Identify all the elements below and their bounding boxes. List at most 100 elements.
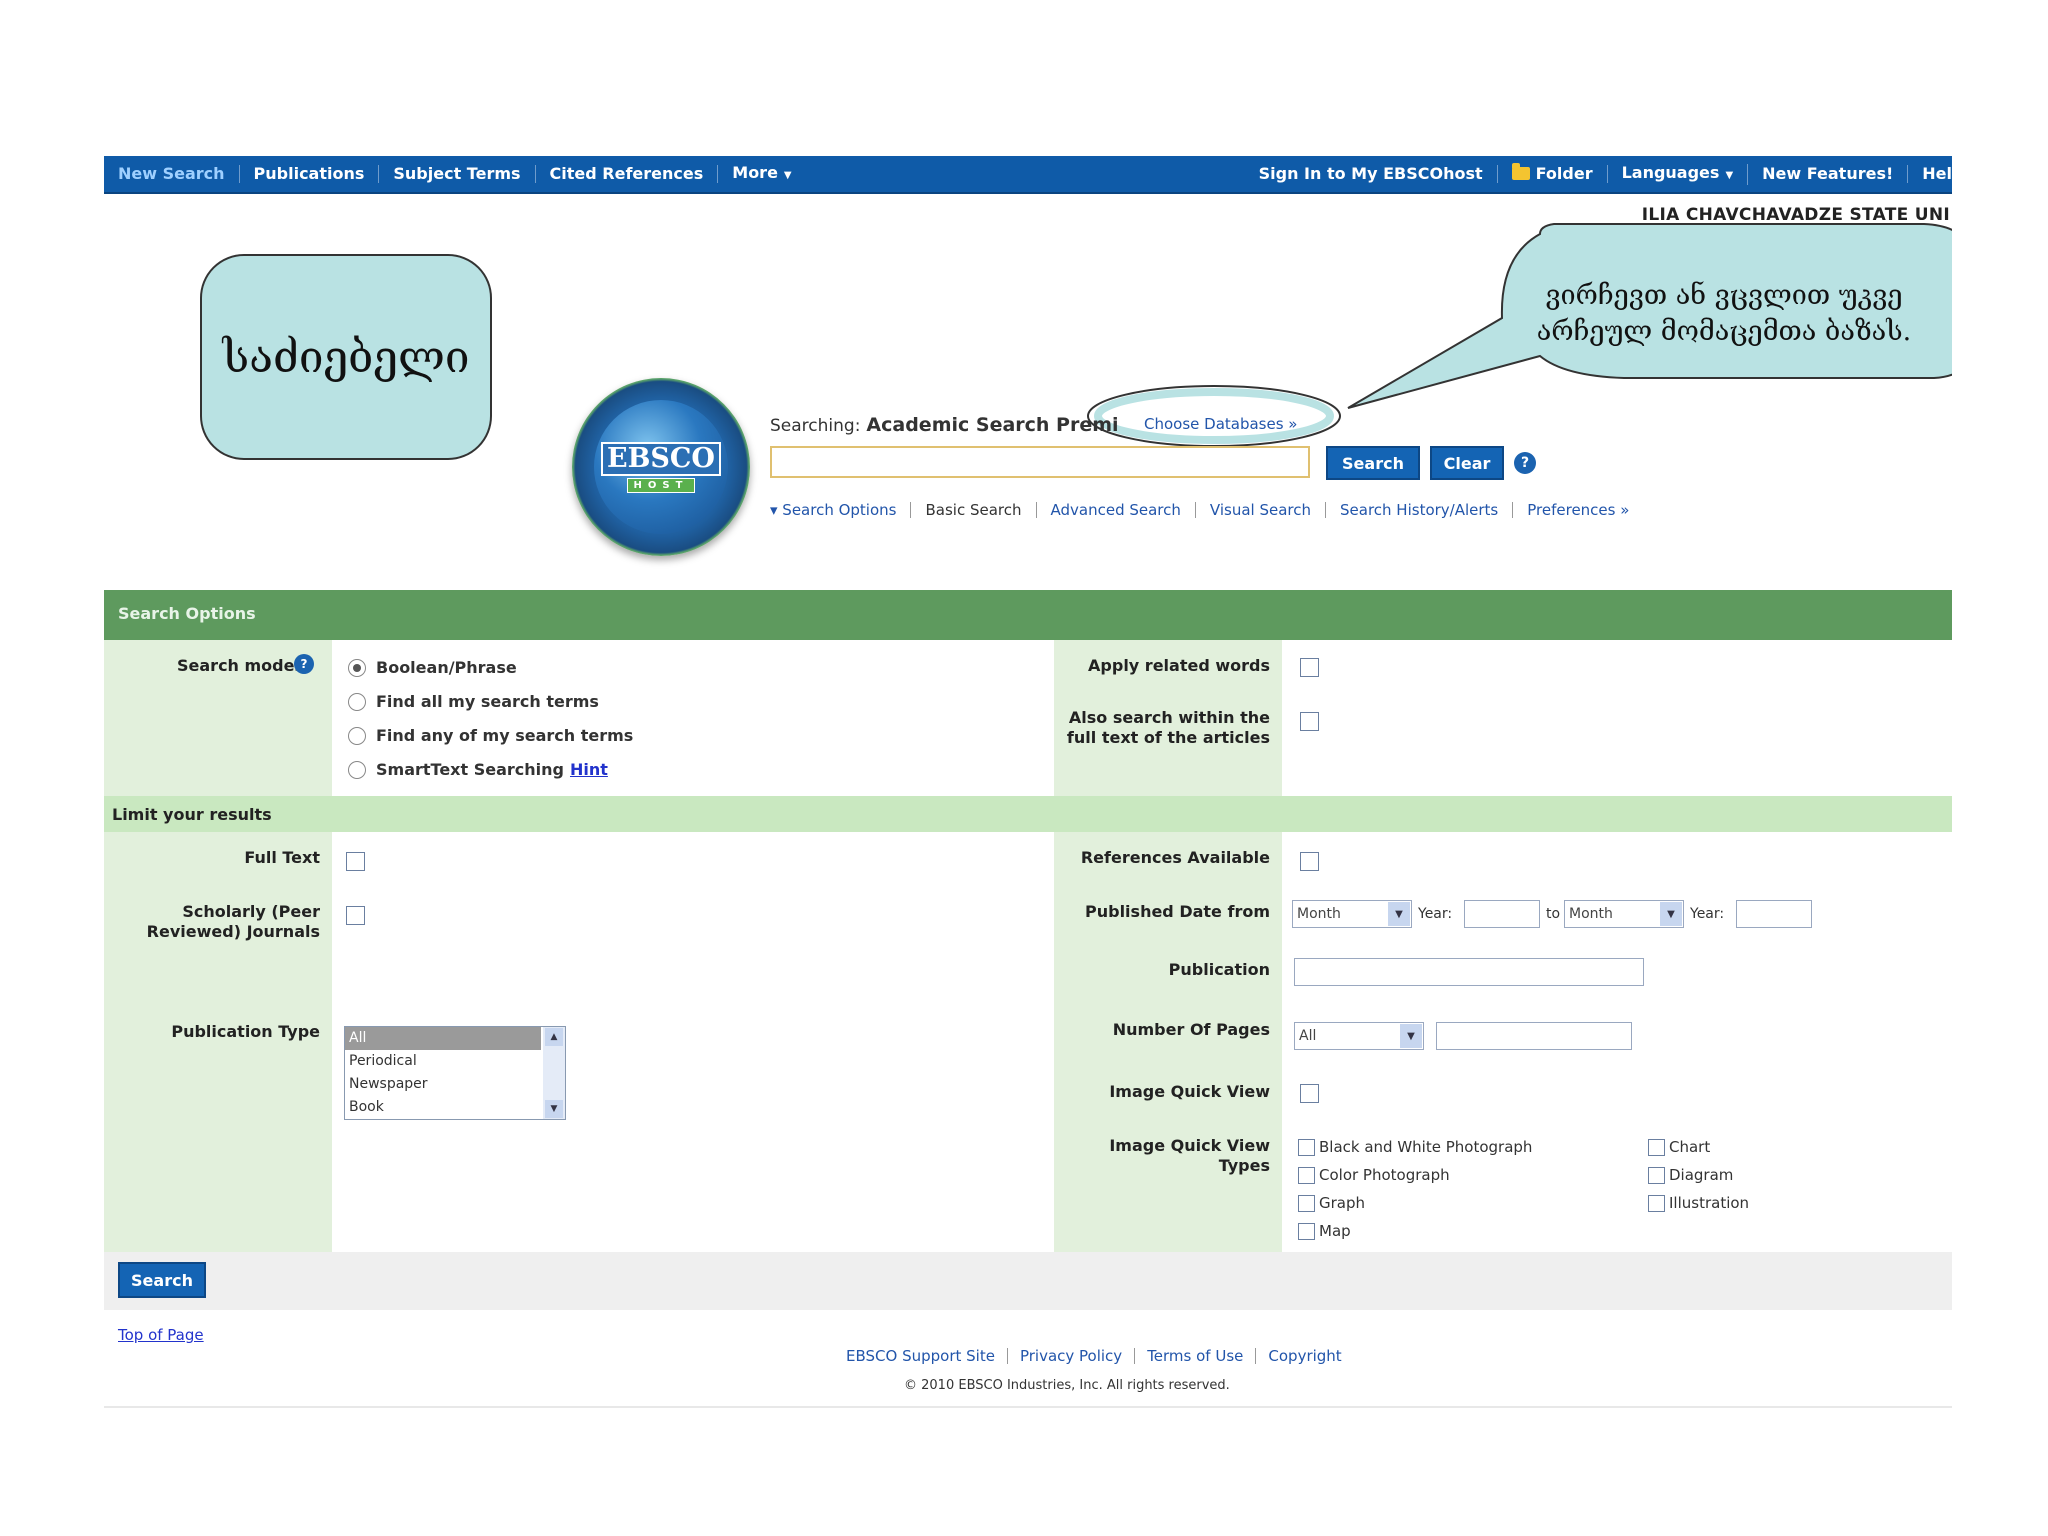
logo-sub: HOST xyxy=(626,477,696,493)
institution-name: ILIA CHAVCHAVADZE STATE UNI xyxy=(1641,205,1950,225)
scroll-up-icon[interactable]: ▲ xyxy=(545,1028,563,1046)
also-search-fulltext-checkbox[interactable] xyxy=(1300,712,1319,731)
nav-subject-terms[interactable]: Subject Terms xyxy=(379,165,536,183)
scroll-down-icon[interactable]: ▼ xyxy=(545,1100,563,1118)
checkbox-icon xyxy=(1648,1138,1665,1156)
database-name: Academic Search Premi xyxy=(866,414,1119,436)
label-column-left-bottom xyxy=(104,832,332,1252)
month-from-select[interactable]: Month ▼ xyxy=(1292,900,1412,928)
search-button[interactable]: Search xyxy=(1326,446,1420,480)
mode-boolean[interactable]: Boolean/Phrase xyxy=(348,658,517,677)
nav-new-search[interactable]: New Search xyxy=(104,165,240,183)
full-text-label: Full Text xyxy=(244,848,320,867)
search-input[interactable] xyxy=(770,446,1310,478)
support-site-link[interactable]: EBSCO Support Site xyxy=(834,1348,1008,1364)
preferences-link[interactable]: Preferences » xyxy=(1513,502,1643,518)
choose-databases-link[interactable]: Choose Databases » xyxy=(1144,415,1297,433)
full-text-checkbox[interactable] xyxy=(346,852,365,871)
checkbox-icon xyxy=(1648,1194,1665,1212)
type-chart[interactable]: Chart xyxy=(1648,1138,1710,1156)
copyright-link[interactable]: Copyright xyxy=(1256,1348,1353,1364)
visual-search-link[interactable]: Visual Search xyxy=(1196,502,1326,518)
mode-label: Find any of my search terms xyxy=(376,726,634,745)
radio-icon xyxy=(348,726,366,745)
listbox-option[interactable]: All xyxy=(345,1027,541,1050)
nav-help[interactable]: Hel xyxy=(1908,165,1952,183)
type-map[interactable]: Map xyxy=(1298,1222,1351,1240)
copyright-text: © 2010 EBSCO Industries, Inc. All rights… xyxy=(904,1378,1230,1393)
ebsco-page: New Search Publications Subject Terms Ci… xyxy=(104,156,1952,1408)
scholarly-line2: Reviewed) Journals xyxy=(146,922,320,941)
type-diagram[interactable]: Diagram xyxy=(1648,1166,1733,1184)
scholarly-checkbox[interactable] xyxy=(346,906,365,925)
nav-sign-in[interactable]: Sign In to My EBSCOhost xyxy=(1245,165,1498,183)
chevron-down-icon: ▼ xyxy=(1660,902,1682,926)
publication-input[interactable] xyxy=(1294,958,1644,986)
search-history-link[interactable]: Search History/Alerts xyxy=(1326,502,1514,518)
callout-choose-db-text: ვირჩევთ ან ვცვლით უკვე არჩეულ მომაცემთა … xyxy=(1536,280,1912,347)
privacy-policy-link[interactable]: Privacy Policy xyxy=(1008,1348,1136,1364)
nav-languages-label: Languages xyxy=(1621,162,1720,182)
checkbox-icon xyxy=(1298,1222,1315,1240)
clear-button[interactable]: Clear xyxy=(1430,446,1504,480)
mode-label: Find all my search terms xyxy=(376,692,599,711)
radio-icon xyxy=(348,692,366,711)
checkbox-icon xyxy=(1648,1166,1665,1184)
nav-folder[interactable]: Folder xyxy=(1498,163,1608,183)
listbox-option[interactable]: Newspaper xyxy=(345,1073,541,1096)
search-modes-help-icon[interactable]: ? xyxy=(294,654,314,674)
advanced-search-link[interactable]: Advanced Search xyxy=(1037,502,1196,518)
image-quick-view-types-label: Image Quick View Types xyxy=(1109,1136,1270,1175)
type-bw-photo[interactable]: Black and White Photograph xyxy=(1298,1138,1532,1156)
ebsco-host-logo[interactable]: EBSCO HOST xyxy=(572,378,750,556)
number-of-pages-label: Number Of Pages xyxy=(1112,1020,1270,1039)
folder-icon xyxy=(1511,163,1530,180)
bottom-search-button[interactable]: Search xyxy=(118,1262,206,1298)
year-from-label: Year: xyxy=(1418,906,1453,922)
hint-link[interactable]: Hint xyxy=(570,760,608,779)
publication-label: Publication xyxy=(1168,960,1270,979)
search-options-link[interactable]: ▾ Search Options xyxy=(770,502,912,518)
year-to-input[interactable] xyxy=(1736,900,1812,928)
mode-find-any[interactable]: Find any of my search terms xyxy=(348,726,633,745)
listbox-scrollbar[interactable]: ▲ ▼ xyxy=(543,1027,565,1119)
chevron-down-icon: ▼ xyxy=(1388,902,1410,926)
type-label: Chart xyxy=(1669,1138,1711,1156)
year-from-input[interactable] xyxy=(1464,900,1540,928)
chevron-down-icon: ▼ xyxy=(1725,169,1734,181)
apply-related-words-checkbox[interactable] xyxy=(1300,658,1319,677)
terms-of-use-link[interactable]: Terms of Use xyxy=(1135,1348,1257,1364)
type-label: Black and White Photograph xyxy=(1319,1138,1533,1156)
type-color-photo[interactable]: Color Photograph xyxy=(1298,1166,1450,1184)
image-quick-view-checkbox[interactable] xyxy=(1300,1084,1319,1103)
listbox-option[interactable]: Periodical xyxy=(345,1050,541,1073)
type-illustration[interactable]: Illustration xyxy=(1648,1194,1749,1212)
type-label: Illustration xyxy=(1669,1194,1750,1212)
number-of-pages-input[interactable] xyxy=(1436,1022,1632,1050)
also-search-line2: full text of the articles xyxy=(1066,728,1270,747)
type-graph[interactable]: Graph xyxy=(1298,1194,1365,1212)
top-of-page-link[interactable]: Top of Page xyxy=(118,1326,204,1344)
scholarly-line1: Scholarly (Peer xyxy=(182,902,320,921)
mode-smarttext[interactable]: SmartText Searching Hint xyxy=(348,760,608,779)
nav-more[interactable]: More ▼ xyxy=(718,163,805,185)
type-label: Graph xyxy=(1319,1194,1366,1212)
basic-search-link[interactable]: Basic Search xyxy=(911,502,1037,518)
listbox-option[interactable]: Book xyxy=(345,1096,541,1119)
nav-publications[interactable]: Publications xyxy=(240,165,380,183)
references-available-checkbox[interactable] xyxy=(1300,852,1319,871)
nav-cited-references[interactable]: Cited References xyxy=(536,165,719,183)
month-to-value: Month xyxy=(1569,906,1613,922)
also-search-label: Also search within the full text of the … xyxy=(1060,708,1270,748)
footer-divider xyxy=(104,1406,1952,1408)
number-of-pages-select[interactable]: All ▼ xyxy=(1294,1022,1424,1050)
month-to-select[interactable]: Month ▼ xyxy=(1564,900,1684,928)
help-icon[interactable]: ? xyxy=(1514,452,1536,474)
mode-find-all[interactable]: Find all my search terms xyxy=(348,692,599,711)
nav-new-features[interactable]: New Features! xyxy=(1748,165,1909,183)
label-column-right-bottom xyxy=(1054,832,1282,1252)
nav-languages[interactable]: Languages ▼ xyxy=(1608,162,1749,185)
callout-search-label: საძიებელი xyxy=(200,254,492,460)
top-navigation-bar: New Search Publications Subject Terms Ci… xyxy=(104,156,1952,194)
publication-type-listbox[interactable]: All Periodical Newspaper Book ▲ ▼ xyxy=(344,1026,566,1120)
